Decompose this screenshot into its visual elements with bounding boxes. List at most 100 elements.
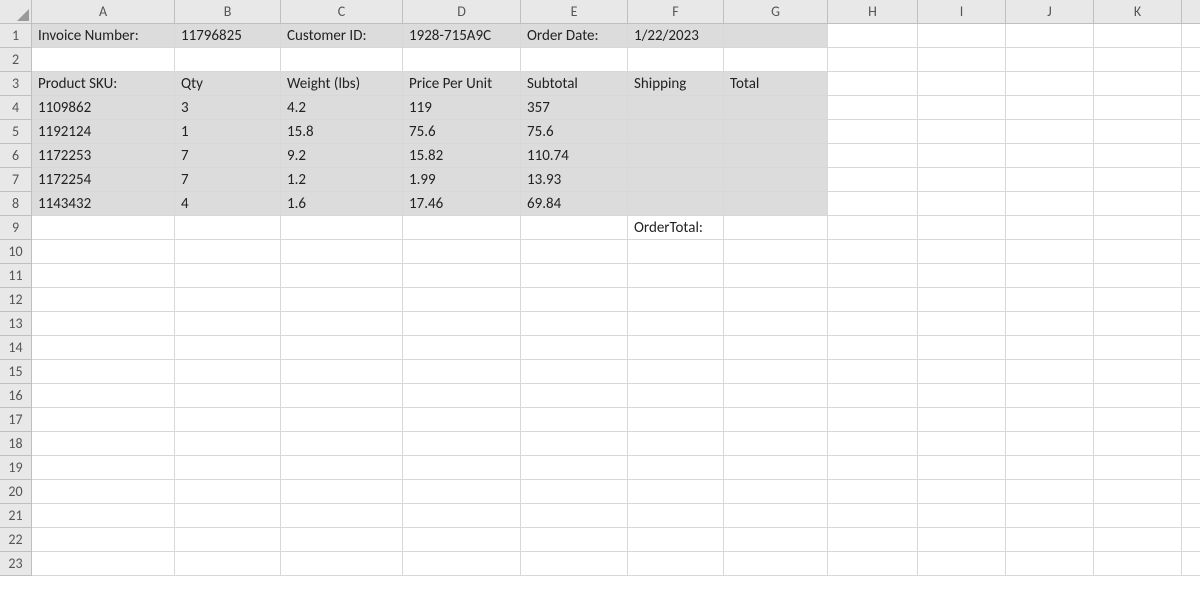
cell-J7[interactable] bbox=[1006, 168, 1094, 192]
column-header-L[interactable]: L bbox=[1182, 0, 1200, 24]
cell-C11[interactable] bbox=[281, 264, 403, 288]
row-header-16[interactable]: 16 bbox=[0, 384, 32, 408]
cell-A22[interactable] bbox=[32, 528, 175, 552]
cell-F8[interactable] bbox=[628, 192, 724, 216]
row-header-12[interactable]: 12 bbox=[0, 288, 32, 312]
cell-F16[interactable] bbox=[628, 384, 724, 408]
cell-B18[interactable] bbox=[175, 432, 281, 456]
cell-C12[interactable] bbox=[281, 288, 403, 312]
cell-I6[interactable] bbox=[918, 144, 1006, 168]
column-header-G[interactable]: G bbox=[724, 0, 828, 24]
cell-F10[interactable] bbox=[628, 240, 724, 264]
cell-H13[interactable] bbox=[828, 312, 918, 336]
cell-F1[interactable]: 1/22/2023 bbox=[628, 24, 724, 48]
cell-K3[interactable] bbox=[1094, 72, 1182, 96]
cell-B23[interactable] bbox=[175, 552, 281, 576]
cell-L9[interactable] bbox=[1182, 216, 1200, 240]
row-header-20[interactable]: 20 bbox=[0, 480, 32, 504]
row-header-17[interactable]: 17 bbox=[0, 408, 32, 432]
cell-L1[interactable] bbox=[1182, 24, 1200, 48]
cell-H10[interactable] bbox=[828, 240, 918, 264]
cell-A23[interactable] bbox=[32, 552, 175, 576]
cell-L17[interactable] bbox=[1182, 408, 1200, 432]
cell-I2[interactable] bbox=[918, 48, 1006, 72]
cell-K22[interactable] bbox=[1094, 528, 1182, 552]
cell-F5[interactable] bbox=[628, 120, 724, 144]
cell-G19[interactable] bbox=[724, 456, 828, 480]
cell-J6[interactable] bbox=[1006, 144, 1094, 168]
cell-I9[interactable] bbox=[918, 216, 1006, 240]
cell-H15[interactable] bbox=[828, 360, 918, 384]
cell-G2[interactable] bbox=[724, 48, 828, 72]
cell-A10[interactable] bbox=[32, 240, 175, 264]
cell-C10[interactable] bbox=[281, 240, 403, 264]
row-header-1[interactable]: 1 bbox=[0, 24, 32, 48]
cell-E11[interactable] bbox=[521, 264, 628, 288]
cell-H14[interactable] bbox=[828, 336, 918, 360]
cell-L16[interactable] bbox=[1182, 384, 1200, 408]
cell-F19[interactable] bbox=[628, 456, 724, 480]
cell-H3[interactable] bbox=[828, 72, 918, 96]
cell-L15[interactable] bbox=[1182, 360, 1200, 384]
row-header-19[interactable]: 19 bbox=[0, 456, 32, 480]
cell-E9[interactable] bbox=[521, 216, 628, 240]
cell-E17[interactable] bbox=[521, 408, 628, 432]
cell-E8[interactable]: 69.84 bbox=[521, 192, 628, 216]
cell-K12[interactable] bbox=[1094, 288, 1182, 312]
cell-A12[interactable] bbox=[32, 288, 175, 312]
cell-B17[interactable] bbox=[175, 408, 281, 432]
cell-D16[interactable] bbox=[403, 384, 521, 408]
cell-F4[interactable] bbox=[628, 96, 724, 120]
cell-B21[interactable] bbox=[175, 504, 281, 528]
cell-J9[interactable] bbox=[1006, 216, 1094, 240]
row-header-7[interactable]: 7 bbox=[0, 168, 32, 192]
cell-K8[interactable] bbox=[1094, 192, 1182, 216]
cell-H20[interactable] bbox=[828, 480, 918, 504]
cell-A8[interactable]: 1143432 bbox=[32, 192, 175, 216]
cell-F22[interactable] bbox=[628, 528, 724, 552]
cell-G8[interactable] bbox=[724, 192, 828, 216]
row-header-5[interactable]: 5 bbox=[0, 120, 32, 144]
cell-E6[interactable]: 110.74 bbox=[521, 144, 628, 168]
cell-B7[interactable]: 7 bbox=[175, 168, 281, 192]
cell-E15[interactable] bbox=[521, 360, 628, 384]
cell-K14[interactable] bbox=[1094, 336, 1182, 360]
cell-L6[interactable] bbox=[1182, 144, 1200, 168]
cell-L23[interactable] bbox=[1182, 552, 1200, 576]
cell-D4[interactable]: 119 bbox=[403, 96, 521, 120]
column-header-B[interactable]: B bbox=[175, 0, 281, 24]
cell-C18[interactable] bbox=[281, 432, 403, 456]
cell-D11[interactable] bbox=[403, 264, 521, 288]
cell-K11[interactable] bbox=[1094, 264, 1182, 288]
cell-K15[interactable] bbox=[1094, 360, 1182, 384]
cell-K1[interactable] bbox=[1094, 24, 1182, 48]
cell-E13[interactable] bbox=[521, 312, 628, 336]
cell-G21[interactable] bbox=[724, 504, 828, 528]
cell-G17[interactable] bbox=[724, 408, 828, 432]
row-header-6[interactable]: 6 bbox=[0, 144, 32, 168]
cell-B15[interactable] bbox=[175, 360, 281, 384]
cell-D14[interactable] bbox=[403, 336, 521, 360]
cell-D12[interactable] bbox=[403, 288, 521, 312]
cell-A11[interactable] bbox=[32, 264, 175, 288]
cell-K16[interactable] bbox=[1094, 384, 1182, 408]
cell-L3[interactable] bbox=[1182, 72, 1200, 96]
cell-G9[interactable] bbox=[724, 216, 828, 240]
cell-B20[interactable] bbox=[175, 480, 281, 504]
cell-I20[interactable] bbox=[918, 480, 1006, 504]
cell-B19[interactable] bbox=[175, 456, 281, 480]
cell-grid[interactable]: Invoice Number:11796825Customer ID:1928-… bbox=[32, 24, 1200, 576]
cell-C4[interactable]: 4.2 bbox=[281, 96, 403, 120]
cell-I23[interactable] bbox=[918, 552, 1006, 576]
cell-D9[interactable] bbox=[403, 216, 521, 240]
cell-A21[interactable] bbox=[32, 504, 175, 528]
cell-J18[interactable] bbox=[1006, 432, 1094, 456]
cell-G15[interactable] bbox=[724, 360, 828, 384]
cell-L22[interactable] bbox=[1182, 528, 1200, 552]
cell-B12[interactable] bbox=[175, 288, 281, 312]
cell-C20[interactable] bbox=[281, 480, 403, 504]
cell-J12[interactable] bbox=[1006, 288, 1094, 312]
cell-H2[interactable] bbox=[828, 48, 918, 72]
cell-H12[interactable] bbox=[828, 288, 918, 312]
cell-C5[interactable]: 15.8 bbox=[281, 120, 403, 144]
